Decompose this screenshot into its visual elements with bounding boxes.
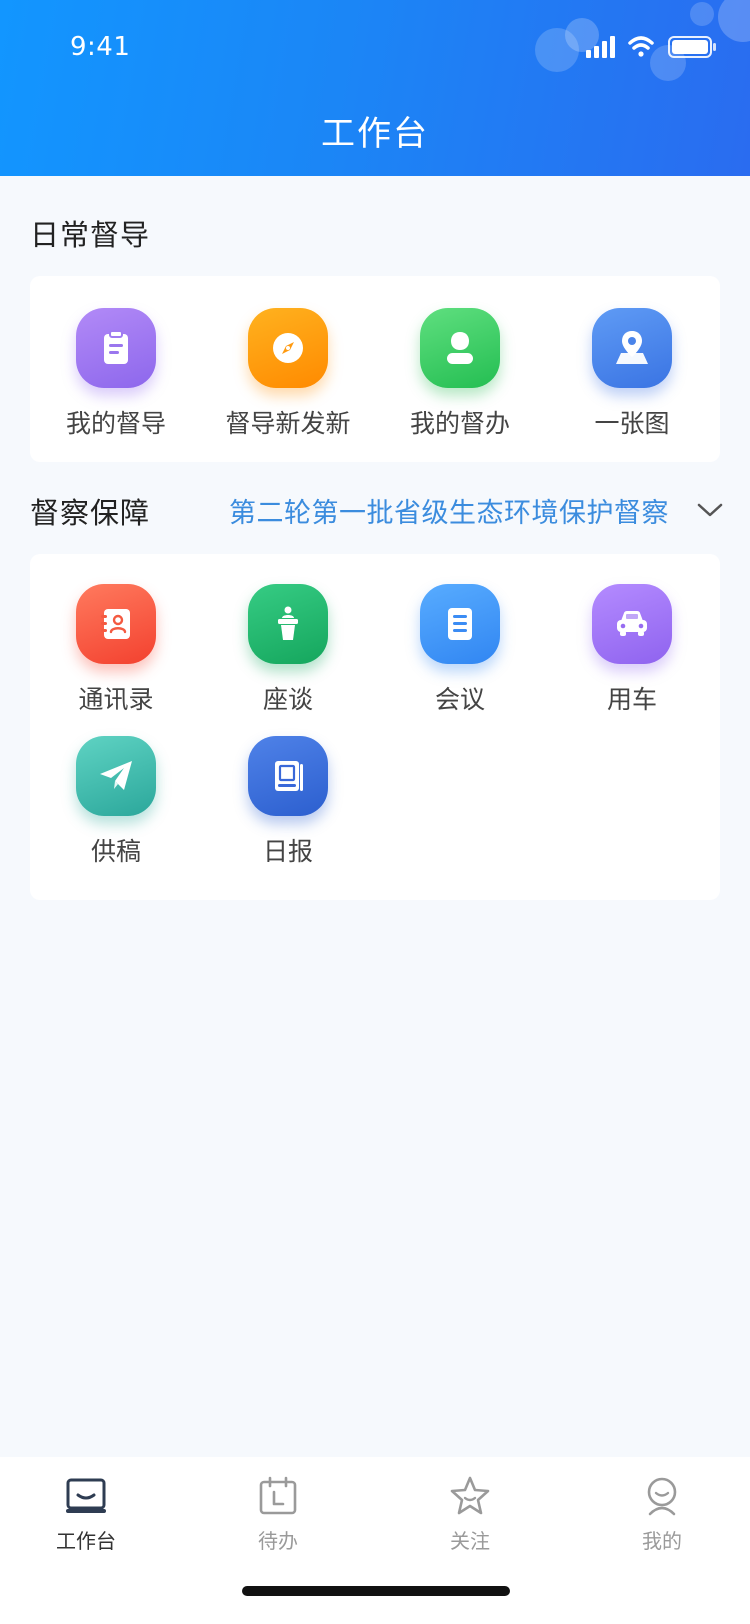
decor-bubble (690, 2, 714, 26)
podium-icon (248, 584, 328, 664)
chevron-down-icon (697, 503, 723, 517)
map-pin-icon (592, 308, 672, 388)
compass-icon (248, 308, 328, 388)
daily-report-button[interactable]: 日报 (202, 736, 374, 868)
tab-follow[interactable]: 关注 (400, 1475, 540, 1554)
report-book-icon (248, 736, 328, 816)
one-map-button[interactable]: 一张图 (546, 308, 718, 440)
decor-bubble (718, 0, 750, 42)
tab-workbench-label: 工作台 (56, 1529, 116, 1553)
meeting-button[interactable]: 会议 (374, 584, 546, 716)
vehicle-label: 用车 (606, 685, 657, 714)
vehicle-button[interactable]: 用车 (546, 584, 718, 716)
daily-report-label: 日报 (262, 837, 313, 866)
battery-icon (668, 36, 716, 58)
new-supervision-discovery-label: 督导新发新 (225, 409, 351, 438)
workbench-icon (66, 1478, 106, 1513)
app-header: 9:41 工作台 (0, 0, 750, 176)
forum-label: 座谈 (262, 685, 313, 714)
document-icon (420, 584, 500, 664)
bottom-tab-bar: 工作台 待办 关注 我的 (0, 1457, 750, 1624)
section-title-daily-supervision: 日常督导 (30, 218, 151, 252)
new-supervision-discovery-button[interactable]: 督导新发新 (202, 308, 374, 440)
wifi-icon (628, 36, 654, 57)
status-time: 9:41 (70, 32, 131, 62)
calendar-icon (259, 1476, 297, 1515)
car-icon (592, 584, 672, 664)
tab-mine-label: 我的 (642, 1529, 682, 1553)
tab-mine[interactable]: 我的 (592, 1475, 732, 1554)
tab-todo[interactable]: 待办 (208, 1475, 348, 1554)
daily-supervision-card: 我的督导 督导新发新 我的督办 一张图 (30, 276, 720, 462)
home-indicator[interactable] (242, 1586, 510, 1596)
one-map-label: 一张图 (594, 409, 670, 438)
my-supervision-label: 我的督导 (65, 409, 166, 438)
submit-article-label: 供稿 (90, 837, 141, 866)
submit-article-button[interactable]: 供稿 (30, 736, 202, 868)
tab-todo-label: 待办 (258, 1529, 298, 1553)
meeting-label: 会议 (434, 685, 485, 714)
star-icon (450, 1476, 490, 1515)
forum-button[interactable]: 座谈 (202, 584, 374, 716)
section-title-inspection-support: 督察保障 (30, 496, 151, 530)
status-icons (586, 36, 716, 58)
tab-follow-label: 关注 (450, 1529, 490, 1553)
user-icon (420, 308, 500, 388)
contacts-button[interactable]: 通讯录 (30, 584, 202, 716)
my-oversight-label: 我的督办 (409, 409, 510, 438)
my-supervision-button[interactable]: 我的督导 (30, 308, 202, 440)
signal-icon (586, 36, 615, 58)
my-oversight-button[interactable]: 我的督办 (374, 308, 546, 440)
contacts-label: 通讯录 (78, 685, 154, 714)
clipboard-icon (76, 308, 156, 388)
page-title: 工作台 (321, 114, 429, 154)
contacts-book-icon (76, 584, 156, 664)
session-dropdown-value: 第二轮第一批省级生态环境保护督察 (229, 497, 669, 529)
paper-plane-icon (76, 736, 156, 816)
session-dropdown[interactable]: 第二轮第一批省级生态环境保护督察 (229, 490, 723, 530)
inspection-support-card: 通讯录 座谈 会议 用车 供稿 日报 (30, 554, 720, 900)
profile-icon (647, 1477, 677, 1516)
tab-workbench[interactable]: 工作台 (16, 1475, 156, 1554)
